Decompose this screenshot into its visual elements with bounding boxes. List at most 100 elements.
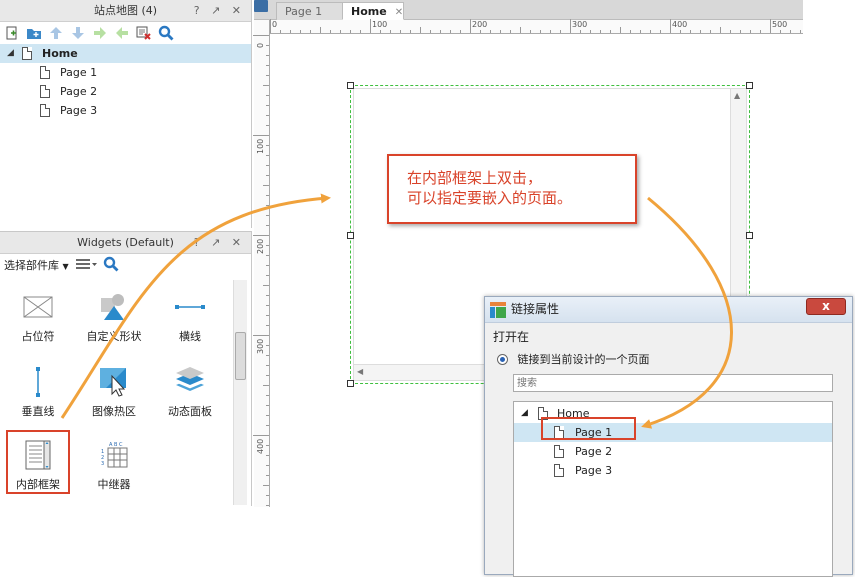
dynamic-panel-icon (176, 367, 204, 391)
dialog-tree-label: Page 3 (575, 464, 613, 477)
menu-icon[interactable] (75, 257, 97, 274)
delete-page-icon[interactable] (136, 25, 152, 41)
ruler-tick (580, 30, 581, 33)
add-page-icon[interactable] (4, 25, 20, 41)
ruler-tick (610, 30, 611, 33)
ruler-label: 400 (672, 20, 688, 29)
widget-horizontal-line[interactable]: 横线 (154, 290, 226, 344)
dialog-tree-label: Page 2 (575, 445, 613, 458)
move-up-icon[interactable] (48, 25, 64, 41)
widget-hotspot[interactable]: 图像热区 (78, 365, 150, 419)
widgets-scrollbar[interactable] (233, 280, 247, 505)
tab-home[interactable]: Home ✕ (342, 2, 404, 20)
ruler-tick (780, 30, 781, 33)
resize-handle[interactable] (347, 380, 354, 387)
ruler-tick (266, 455, 269, 456)
ruler-tick (340, 30, 341, 33)
ruler-tick (370, 19, 371, 33)
close-icon[interactable]: ✕ (395, 7, 403, 18)
sitemap-item-page-2[interactable]: Page 2 (0, 82, 251, 101)
ruler-tick (253, 135, 269, 136)
help-button[interactable]: ? (194, 0, 204, 22)
search-icon[interactable] (103, 256, 119, 275)
ruler-tick (263, 285, 269, 286)
callout-annotation: 在内部框架上双击， 可以指定要嵌入的页面。 (387, 154, 637, 224)
sitemap-title: 站点地图 (4) (93, 4, 158, 17)
scroll-up-icon: ▲ (734, 91, 741, 100)
outdent-icon[interactable] (114, 25, 130, 41)
add-folder-icon[interactable] (26, 25, 42, 41)
tab-strip: Page 1 Home ✕ (254, 0, 803, 20)
ruler-tick (500, 30, 501, 33)
vertical-line-icon (36, 367, 40, 397)
sitemap-item-home[interactable]: ◢ Home (0, 44, 251, 63)
ruler-tick (263, 185, 269, 186)
ruler-tick (253, 335, 269, 336)
ruler-tick (770, 19, 771, 33)
move-down-icon[interactable] (70, 25, 86, 41)
ruler-tick (730, 30, 731, 33)
library-selector[interactable]: 选择部件库 ▼ (4, 257, 69, 273)
search-icon[interactable] (158, 25, 174, 41)
ruler-tick (266, 495, 269, 496)
ruler-tick (700, 30, 701, 33)
widget-placeholder[interactable]: 占位符 (2, 290, 74, 344)
indent-icon[interactable] (92, 25, 108, 41)
ruler-tick (266, 145, 269, 146)
page-icon (554, 445, 564, 458)
ruler-tick (400, 30, 401, 33)
tab-label: Page 1 (285, 5, 323, 18)
widget-custom-shape[interactable]: 自定义形状 (78, 290, 150, 344)
custom-shape-icon (101, 294, 124, 320)
horizontal-ruler: 0 100 200 300 400 500 (270, 19, 803, 34)
ruler-tick (266, 155, 269, 156)
scrollbar-thumb[interactable] (235, 332, 246, 380)
ruler-tick (266, 65, 269, 66)
ruler-tick (510, 30, 511, 33)
sitemap-item-page-1[interactable]: Page 1 (0, 63, 251, 82)
ruler-tick (310, 30, 311, 33)
widget-dynamic-panel[interactable]: 动态面板 (154, 365, 226, 419)
expand-caret-icon[interactable]: ◢ (521, 404, 528, 423)
ruler-label: 0 (272, 20, 278, 29)
ruler-tick (740, 30, 741, 33)
dialog-close-button[interactable]: x (806, 298, 846, 315)
page-search-input[interactable] (513, 374, 833, 392)
ruler-tick (670, 19, 671, 33)
help-button[interactable]: ? (194, 232, 204, 254)
ruler-tick (720, 27, 721, 33)
ruler-tick (263, 485, 269, 486)
ruler-tick (266, 75, 269, 76)
ruler-tick (253, 235, 269, 236)
ruler-tick (600, 30, 601, 33)
resize-handle[interactable] (746, 232, 753, 239)
resize-handle[interactable] (347, 82, 354, 89)
chevron-down-icon: ▼ (62, 262, 69, 271)
ruler-label: 400 (256, 438, 265, 454)
close-panel-button[interactable]: ✕ (232, 0, 245, 22)
close-panel-button[interactable]: ✕ (232, 232, 245, 254)
ruler-tick (266, 365, 269, 366)
dialog-tree-item-page-3[interactable]: Page 3 (514, 461, 832, 480)
page-icon (554, 464, 564, 477)
expand-caret-icon[interactable]: ◢ (7, 44, 14, 63)
dialog-tree-item-page-2[interactable]: Page 2 (514, 442, 832, 461)
ruler-tick (320, 27, 321, 33)
ruler-tick (480, 30, 481, 33)
widget-repeater[interactable]: A B C123 中继器 (78, 438, 150, 492)
ruler-tick (290, 30, 291, 33)
sitemap-item-label: Page 3 (60, 104, 98, 117)
resize-handle[interactable] (347, 232, 354, 239)
scroll-left-icon: ◀ (357, 367, 364, 376)
page-icon (40, 104, 50, 117)
sitemap-item-page-3[interactable]: Page 3 (0, 101, 251, 120)
resize-handle[interactable] (746, 82, 753, 89)
link-to-page-radio[interactable]: 链接到当前设计的一个页面 (497, 351, 650, 367)
popout-button[interactable]: ↗ (211, 0, 224, 22)
page-icon (40, 85, 50, 98)
tab-menu-icon[interactable] (254, 0, 268, 12)
highlight-inline-frame-widget (6, 430, 70, 494)
popout-button[interactable]: ↗ (211, 232, 224, 254)
ruler-tick (300, 30, 301, 33)
widget-vertical-line[interactable]: 垂直线 (2, 365, 74, 419)
